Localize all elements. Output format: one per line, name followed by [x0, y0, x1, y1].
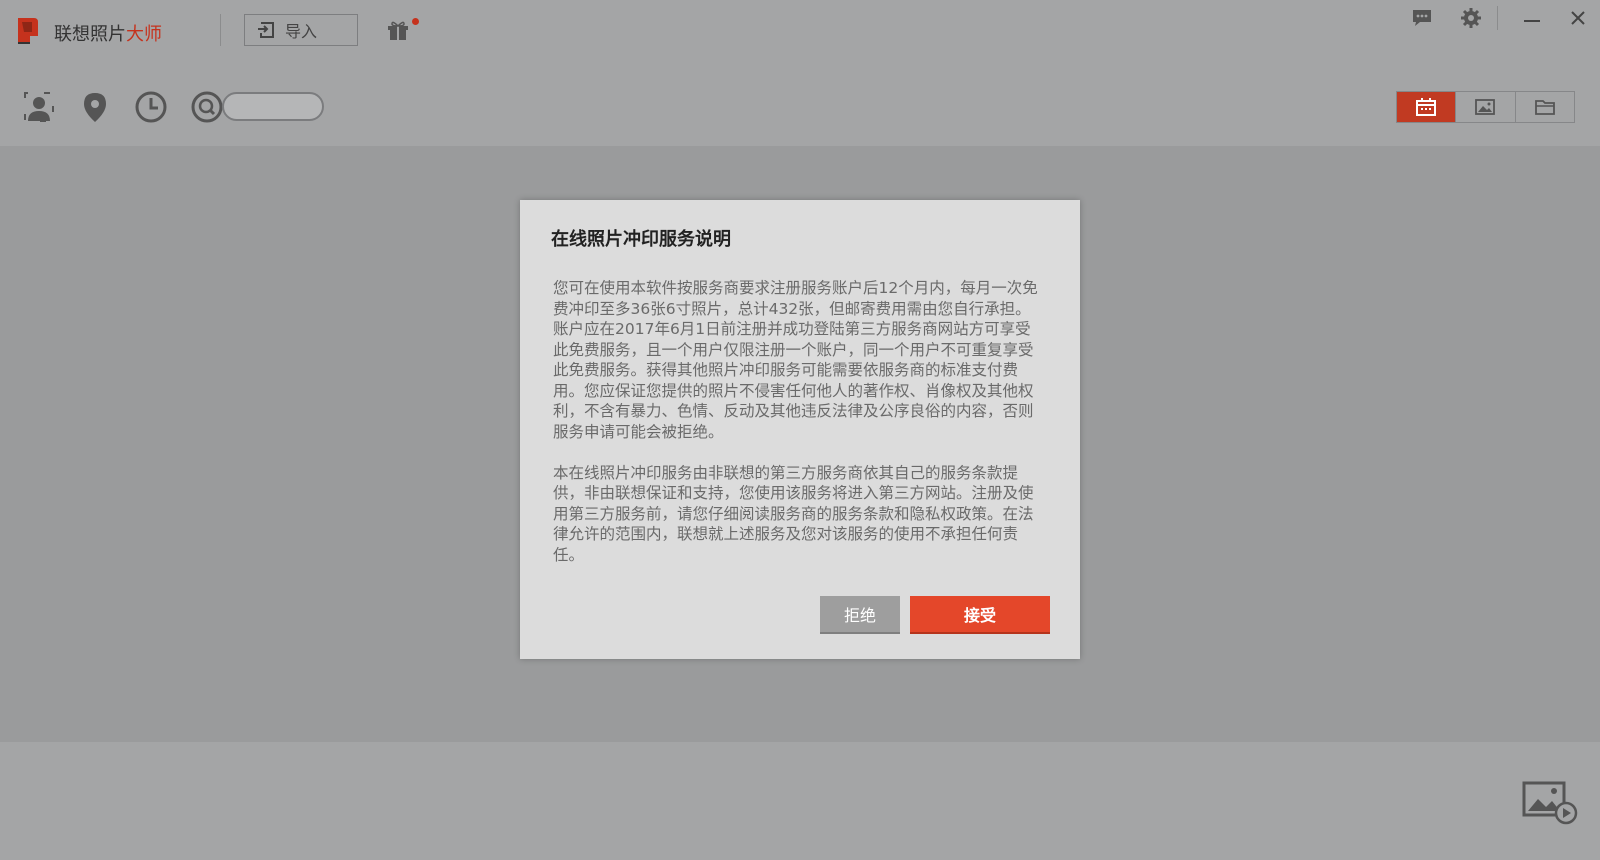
dialog-paragraph-1: 您可在使用本软件按服务商要求注册服务账户后12个月内，每月一次免费冲印至多36张… — [553, 279, 1038, 441]
title-separator — [220, 14, 221, 46]
close-icon[interactable] — [1566, 6, 1590, 30]
bottom-bar — [0, 742, 1600, 860]
search-input[interactable] — [222, 92, 324, 121]
feedback-icon[interactable] — [1410, 6, 1434, 30]
slideshow-icon[interactable] — [1522, 781, 1578, 825]
print-service-dialog: 在线照片冲印服务说明 您可在使用本软件按服务商要求注册服务账户后12个月内，每月… — [520, 200, 1080, 659]
image-view-icon — [1475, 99, 1496, 115]
clock-icon[interactable] — [134, 90, 168, 124]
person-icon[interactable] — [22, 90, 56, 124]
folder-view-icon — [1534, 100, 1555, 115]
calendar-view-icon — [1416, 98, 1437, 116]
folder-view-button[interactable] — [1515, 92, 1574, 122]
import-button[interactable]: 导入 — [244, 14, 358, 46]
minimize-icon[interactable] — [1520, 6, 1544, 30]
notification-dot — [412, 18, 419, 25]
app-title-accent: 大师 — [126, 24, 162, 45]
app-title: 联想照片大师 — [54, 20, 162, 46]
title-bar: 联想照片大师 导入 — [0, 0, 1600, 62]
gift-icon[interactable] — [386, 18, 410, 42]
dialog-title: 在线照片冲印服务说明 — [551, 229, 731, 250]
app-window: 联想照片大师 导入 在线照片冲印服务说明 您可在使用本软件按服务商要求注册服务账… — [0, 0, 1600, 860]
dialog-body: 您可在使用本软件按服务商要求注册服务账户后12个月内，每月一次免费冲印至多36张… — [553, 278, 1039, 586]
import-label: 导入 — [285, 22, 318, 41]
reject-button[interactable]: 拒绝 — [820, 596, 900, 634]
import-icon — [258, 22, 274, 38]
accept-button[interactable]: 接受 — [910, 596, 1050, 634]
location-pin-icon[interactable] — [78, 90, 112, 124]
image-view-button[interactable] — [1456, 92, 1516, 122]
window-controls-separator — [1497, 6, 1498, 30]
calendar-view-button[interactable] — [1397, 92, 1457, 122]
settings-gear-icon[interactable] — [1459, 6, 1483, 30]
app-title-main: 联想照片 — [54, 24, 126, 45]
view-switcher — [1396, 91, 1575, 123]
app-logo-icon — [18, 18, 38, 44]
dialog-paragraph-2: 本在线照片冲印服务由非联想的第三方服务商依其自己的服务条款提供，非由联想保证和支… — [553, 463, 1034, 564]
search-icon[interactable] — [190, 90, 224, 124]
